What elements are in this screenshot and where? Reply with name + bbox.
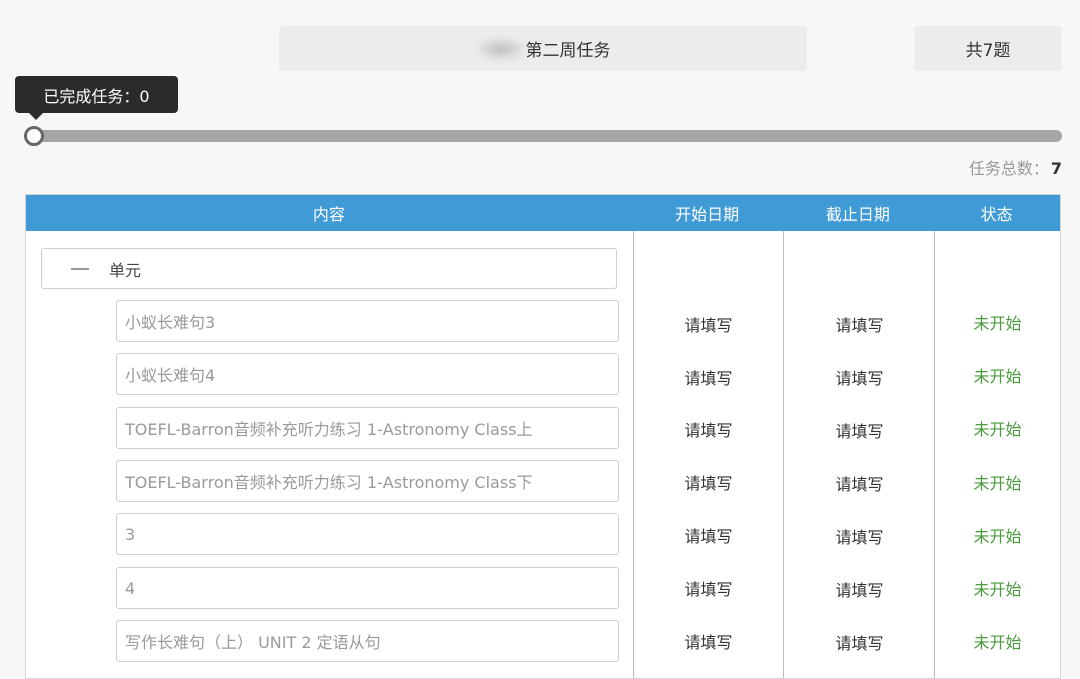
page-title: 第二周任务 [525,41,611,61]
column-divider [633,231,634,678]
status-cell: 未开始 [973,633,1022,652]
end-date-cell[interactable]: 请填写 [784,524,935,548]
start-date-cell[interactable]: 请填写 [633,417,784,441]
task-name-field[interactable]: 小蚁长难句4 [116,353,619,395]
task-total-label: 任务总数： [968,159,1049,178]
task-title-bar: 第二周任务 [279,26,807,71]
task-name-field[interactable]: 4 [116,567,619,609]
progress-bar [28,130,1062,142]
status-cell: 未开始 [973,527,1022,546]
end-date-cell[interactable]: 请填写 [784,312,935,336]
start-date-cell[interactable]: 请填写 [633,576,784,600]
task-total-value: 7 [1050,159,1062,178]
table-header: 内容 开始日期 截止日期 状态 [26,195,1060,231]
start-date-cell[interactable]: 请填写 [633,470,784,494]
status-cell: 未开始 [973,474,1022,493]
end-date-cell[interactable]: 请填写 [784,577,935,601]
question-count-badge: 共7题 [914,26,1062,71]
status-cell: 未开始 [973,420,1022,439]
task-name-field[interactable]: 写作长难句（上） UNIT 2 定语从句 [116,620,619,662]
completed-tasks-tooltip: 已完成任务：0 [15,76,178,120]
collapse-icon[interactable] [71,267,89,270]
end-date-cell[interactable]: 请填写 [784,471,935,495]
status-cell: 未开始 [973,367,1022,386]
unit-group-header[interactable]: 单元 [41,248,617,289]
column-divider [934,231,935,678]
start-date-cell[interactable]: 请填写 [633,312,784,336]
task-table: 内容 开始日期 截止日期 状态 单元 小蚁长难句3 请填写 请填写 未开始 小蚁… [25,194,1061,679]
task-total: 任务总数： 7 [969,155,1062,179]
task-name-field[interactable]: 小蚁长难句3 [116,300,619,342]
task-name-field[interactable]: 3 [116,513,619,555]
column-header-end-date: 截止日期 [825,205,890,224]
unit-group-label: 单元 [109,260,142,280]
column-header-status: 状态 [980,205,1013,224]
progress-handle[interactable] [24,126,44,146]
start-date-cell[interactable]: 请填写 [633,365,784,389]
start-date-cell[interactable]: 请填写 [633,523,784,547]
task-name-field[interactable]: TOEFL-Barron音频补充听力练习 1-Astronomy Class上 [116,407,619,449]
end-date-cell[interactable]: 请填写 [784,365,935,389]
end-date-cell[interactable]: 请填写 [784,630,935,654]
end-date-cell[interactable]: 请填写 [784,418,935,442]
column-header-start-date: 开始日期 [675,205,740,224]
status-cell: 未开始 [973,314,1022,333]
redacted-text [475,37,526,60]
task-name-field[interactable]: TOEFL-Barron音频补充听力练习 1-Astronomy Class下 [116,460,619,502]
column-header-content: 内容 [312,205,345,224]
status-cell: 未开始 [973,580,1022,599]
column-divider [783,231,784,678]
start-date-cell[interactable]: 请填写 [633,629,784,653]
